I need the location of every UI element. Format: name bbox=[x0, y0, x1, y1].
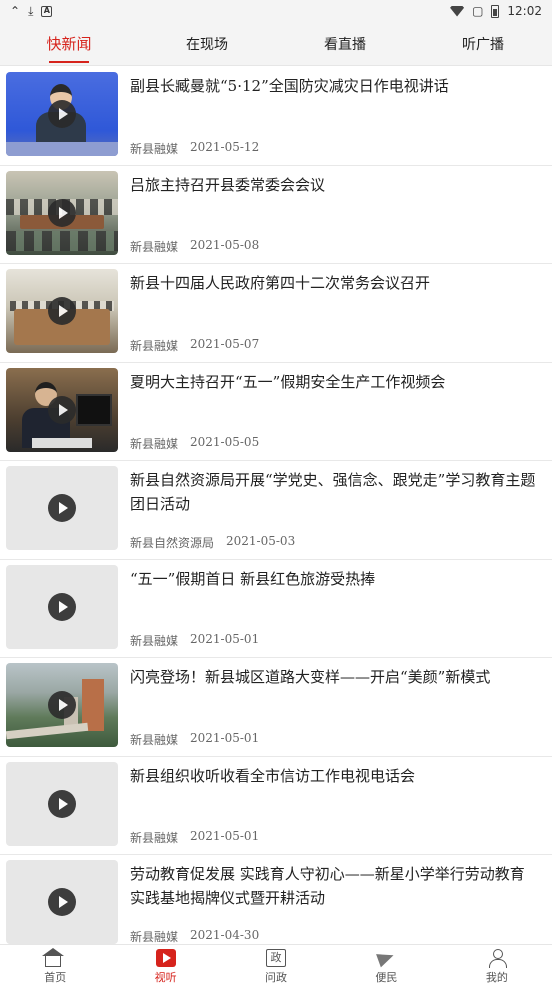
news-date: 2021-05-01 bbox=[190, 632, 260, 646]
nav-label: 我的 bbox=[485, 970, 508, 984]
nav-wode[interactable]: 我的 bbox=[442, 945, 552, 988]
news-date: 2021-05-01 bbox=[190, 829, 260, 843]
news-title: 新县自然资源局开展“学党史、强信念、跟党走”学习教育主题团日活动 bbox=[130, 471, 536, 513]
news-list: 副县长臧曼就“5·12”全国防灾减灾日作电视讲话 新县融媒 2021-05-12 … bbox=[0, 67, 552, 944]
news-title: 副县长臧曼就“5·12”全国防灾减灾日作电视讲话 bbox=[130, 77, 449, 95]
nav-label: 视听 bbox=[154, 970, 177, 984]
play-icon[interactable] bbox=[48, 592, 76, 621]
news-source: 新县融媒 bbox=[130, 437, 179, 451]
news-source: 新县自然资源局 bbox=[130, 535, 215, 550]
news-date: 2021-05-05 bbox=[190, 435, 260, 449]
news-date: 2021-05-07 bbox=[190, 336, 260, 351]
news-item[interactable]: 新县十四届人民政府第四十二次常务会议召开 新县融媒 2021-05-07 bbox=[0, 264, 552, 363]
top-tabs: 快新闻 在现场 看直播 听广播 bbox=[0, 22, 552, 66]
news-item[interactable]: 劳动教育促发展 实践育人守初心——新星小学举行劳动教育实践基地揭牌仪式暨开耕活动… bbox=[0, 855, 552, 944]
status-right: ▢ 12:02 bbox=[450, 4, 542, 18]
nav-label: 首页 bbox=[44, 970, 67, 984]
user-icon bbox=[487, 948, 507, 968]
nav-label: 问政 bbox=[265, 970, 288, 984]
news-item[interactable]: 夏明大主持召开“五一”假期安全生产工作视频会 新县融媒 2021-05-05 bbox=[0, 363, 552, 461]
news-source: 新县融媒 bbox=[130, 141, 179, 156]
nav-label: 便民 bbox=[375, 970, 398, 984]
news-thumbnail bbox=[6, 466, 118, 550]
play-icon[interactable] bbox=[48, 888, 76, 916]
tab-kan-zhibo[interactable]: 看直播 bbox=[276, 22, 414, 65]
news-source: 新县融媒 bbox=[130, 831, 179, 845]
news-item[interactable]: 吕旅主持召开县委常委会会议 新县融媒 2021-05-08 bbox=[0, 166, 552, 264]
news-date: 2021-05-08 bbox=[190, 238, 260, 252]
battery-icon bbox=[491, 4, 500, 18]
news-item[interactable]: “五一”假期首日 新县红色旅游受热捧 新县融媒 2021-05-01 bbox=[0, 560, 552, 658]
news-date: 2021-05-03 bbox=[226, 533, 296, 548]
status-bar: ⌃ ⤓ A ▢ 12:02 bbox=[0, 0, 552, 22]
news-source: 新县融媒 bbox=[130, 338, 179, 353]
news-source: 新县融媒 bbox=[130, 240, 179, 254]
news-title: 夏明大主持召开“五一”假期安全生产工作视频会 bbox=[130, 372, 446, 391]
news-thumbnail bbox=[6, 170, 118, 255]
news-thumbnail bbox=[6, 663, 118, 747]
nav-shiting[interactable]: 视听 bbox=[110, 945, 220, 988]
news-thumbnail bbox=[6, 367, 118, 452]
nav-wenzheng[interactable]: 政 问政 bbox=[221, 945, 331, 988]
app-icon: ⌃ bbox=[10, 4, 21, 18]
news-title: 吕旅主持召开县委常委会会议 bbox=[130, 175, 326, 194]
news-item[interactable]: 新县自然资源局开展“学党史、强信念、跟党走”学习教育主题团日活动 新县自然资源局… bbox=[0, 461, 552, 560]
status-time: 12:02 bbox=[507, 4, 542, 18]
nav-bianmin[interactable]: 便民 bbox=[331, 945, 441, 988]
news-source: 新县融媒 bbox=[130, 634, 179, 648]
news-title: 闪亮登场！新县城区道路大变样——开启“美颜”新模式 bbox=[130, 668, 491, 686]
news-thumbnail bbox=[6, 269, 118, 353]
news-thumbnail bbox=[6, 564, 118, 649]
news-thumbnail bbox=[6, 860, 118, 944]
news-title: “五一”假期首日 新县红色旅游受热捧 bbox=[130, 569, 376, 588]
no-sim-icon: ▢ bbox=[472, 4, 484, 18]
play-icon[interactable] bbox=[48, 494, 76, 522]
news-source: 新县融媒 bbox=[130, 929, 179, 944]
news-source: 新县融媒 bbox=[130, 732, 179, 747]
news-title: 新县十四届人民政府第四十二次常务会议召开 bbox=[130, 274, 431, 292]
play-icon[interactable] bbox=[48, 297, 76, 325]
tab-kuai-xinwen[interactable]: 快新闻 bbox=[0, 22, 138, 65]
tab-zai-xianchang[interactable]: 在现场 bbox=[138, 22, 276, 65]
a-icon: A bbox=[41, 5, 53, 17]
play-icon[interactable] bbox=[48, 395, 76, 424]
send-icon bbox=[376, 949, 396, 967]
news-thumbnail bbox=[6, 761, 118, 846]
news-item[interactable]: 新县组织收听收看全市信访工作电视电话会 新县融媒 2021-05-01 bbox=[0, 757, 552, 855]
video-icon bbox=[155, 948, 176, 967]
nav-home[interactable]: 首页 bbox=[0, 945, 110, 988]
wifi-icon bbox=[450, 5, 465, 17]
play-icon[interactable] bbox=[48, 789, 76, 818]
news-date: 2021-04-30 bbox=[190, 927, 260, 942]
news-title: 新县组织收听收看全市信访工作电视电话会 bbox=[130, 766, 416, 785]
play-icon[interactable] bbox=[48, 198, 76, 227]
download-icon: ⤓ bbox=[28, 4, 34, 18]
tab-ting-guangbo[interactable]: 听广播 bbox=[414, 22, 552, 65]
news-item[interactable]: 副县长臧曼就“5·12”全国防灾减灾日作电视讲话 新县融媒 2021-05-12 bbox=[0, 67, 552, 166]
news-thumbnail bbox=[6, 72, 118, 156]
news-item[interactable]: 闪亮登场！新县城区道路大变样——开启“美颜”新模式 新县融媒 2021-05-01 bbox=[0, 658, 552, 757]
status-left: ⌃ ⤓ A bbox=[10, 4, 53, 18]
news-date: 2021-05-12 bbox=[190, 139, 260, 154]
bottom-nav: 首页 视听 政 问政 便民 我的 bbox=[0, 944, 552, 988]
play-icon[interactable] bbox=[48, 100, 76, 128]
play-icon[interactable] bbox=[48, 691, 76, 719]
zheng-icon: 政 bbox=[266, 948, 287, 967]
news-date: 2021-05-01 bbox=[190, 730, 260, 745]
news-title: 劳动教育促发展 实践育人守初心——新星小学举行劳动教育实践基地揭牌仪式暨开耕活动 bbox=[130, 865, 525, 907]
home-icon bbox=[42, 947, 65, 967]
